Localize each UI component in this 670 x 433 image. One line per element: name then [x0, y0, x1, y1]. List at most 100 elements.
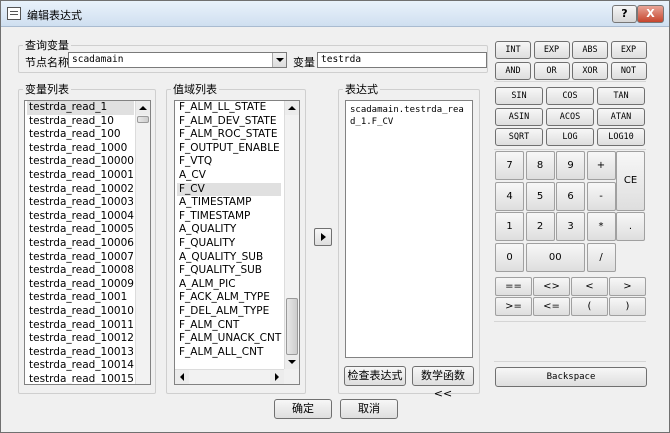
- operator-button[interactable]: <>: [533, 277, 570, 296]
- function-button[interactable]: INT: [495, 41, 531, 59]
- function-button[interactable]: ATAN: [597, 107, 645, 126]
- list-item[interactable]: testrda_read_10004: [27, 210, 134, 224]
- scroll-left-icon[interactable]: [175, 370, 189, 384]
- keypad-button[interactable]: *: [586, 212, 616, 241]
- list-item[interactable]: F_QUALITY: [177, 237, 281, 251]
- operator-button[interactable]: ): [609, 297, 646, 316]
- expression-textarea[interactable]: scadamain.testrda_read_1.F_CV: [345, 100, 473, 358]
- list-item[interactable]: testrda_read_10002: [27, 183, 134, 197]
- scroll-right-icon[interactable]: [270, 370, 284, 384]
- keypad-button[interactable]: 0: [495, 242, 524, 272]
- list-item[interactable]: testrda_read_10013: [27, 346, 134, 360]
- operator-button[interactable]: <: [571, 277, 608, 296]
- keypad-button[interactable]: 3: [556, 212, 585, 241]
- list-item[interactable]: F_ALM_ROC_STATE: [177, 128, 281, 142]
- chevron-down-icon[interactable]: [272, 53, 286, 67]
- help-button[interactable]: ?: [612, 5, 637, 23]
- list-item[interactable]: A_ALM_PIC: [177, 278, 281, 292]
- list-item[interactable]: testrda_read_10001: [27, 169, 134, 183]
- list-item[interactable]: F_DEL_ALM_TYPE: [177, 305, 281, 319]
- check-expression-button[interactable]: 检查表达式: [344, 366, 406, 386]
- close-button[interactable]: X: [637, 5, 664, 23]
- function-button[interactable]: LOG10: [597, 128, 645, 146]
- list-item[interactable]: testrda_read_10010: [27, 305, 134, 319]
- keypad-button[interactable]: 1: [495, 212, 524, 241]
- keypad-button[interactable]: /: [586, 242, 616, 272]
- keypad-button[interactable]: 8: [525, 151, 555, 180]
- list-item[interactable]: testrda_read_10009: [27, 278, 134, 292]
- function-button[interactable]: ASIN: [495, 107, 543, 126]
- list-item[interactable]: testrda_read_100: [27, 128, 134, 142]
- list-item[interactable]: A_CV: [177, 169, 281, 183]
- variable-list-scrollbar[interactable]: [135, 101, 150, 384]
- list-item[interactable]: testrda_read_10005: [27, 223, 134, 237]
- function-button[interactable]: XOR: [572, 62, 608, 80]
- list-item[interactable]: F_ALM_ALL_CNT: [177, 346, 281, 360]
- math-functions-toggle-button[interactable]: 数学函数<<: [412, 366, 474, 400]
- scroll-up-icon[interactable]: [285, 101, 299, 115]
- keypad-button[interactable]: 2: [525, 212, 555, 241]
- function-button[interactable]: ACOS: [546, 107, 594, 126]
- list-item[interactable]: testrda_read_10007: [27, 251, 134, 265]
- list-item[interactable]: F_ALM_UNACK_CNT: [177, 332, 281, 346]
- list-item[interactable]: testrda_read_1000: [27, 142, 134, 156]
- variable-input[interactable]: testrda: [317, 52, 487, 68]
- operator-button[interactable]: >=: [495, 297, 532, 316]
- list-item[interactable]: F_QUALITY_SUB: [177, 264, 281, 278]
- list-item[interactable]: F_TIMESTAMP: [177, 210, 281, 224]
- function-button[interactable]: EXP: [533, 41, 570, 59]
- list-item[interactable]: F_VTQ: [177, 155, 281, 169]
- function-button[interactable]: AND: [495, 62, 531, 80]
- operator-button[interactable]: >: [609, 277, 646, 296]
- list-item[interactable]: testrda_read_10012: [27, 332, 134, 346]
- list-item[interactable]: testrda_read_10011: [27, 319, 134, 333]
- list-item[interactable]: testrda_read_10008: [27, 264, 134, 278]
- operator-button[interactable]: ==: [495, 277, 532, 296]
- list-item[interactable]: F_ALM_LL_STATE: [177, 101, 281, 115]
- list-item[interactable]: testrda_read_1: [27, 101, 134, 115]
- function-button[interactable]: LOG: [546, 128, 594, 146]
- ok-button[interactable]: 确定: [274, 399, 332, 419]
- function-button[interactable]: OR: [533, 62, 570, 80]
- list-item[interactable]: F_ALM_DEV_STATE: [177, 115, 281, 129]
- keypad-button[interactable]: .: [616, 212, 645, 241]
- list-item[interactable]: A_QUALITY_SUB: [177, 251, 281, 265]
- list-item[interactable]: A_TIMESTAMP: [177, 196, 281, 210]
- node-name-combobox[interactable]: scadamain: [68, 52, 287, 68]
- list-item[interactable]: testrda_read_10: [27, 115, 134, 129]
- cancel-button[interactable]: 取消: [340, 399, 398, 419]
- list-item[interactable]: F_OUTPUT_ENABLE: [177, 142, 281, 156]
- function-button[interactable]: SQRT: [495, 128, 543, 146]
- clear-entry-button[interactable]: CE: [616, 151, 645, 211]
- operator-button[interactable]: <=: [533, 297, 570, 316]
- field-list-hscrollbar[interactable]: [175, 369, 284, 384]
- operator-button[interactable]: (: [571, 297, 608, 316]
- keypad-button[interactable]: 7: [495, 151, 524, 180]
- field-list-vscrollbar[interactable]: [284, 101, 299, 369]
- list-item[interactable]: testrda_read_10003: [27, 196, 134, 210]
- function-button[interactable]: EXP: [610, 41, 647, 59]
- field-listbox[interactable]: F_ALM_LL_STATE F_ALM_DEV_STATE F_ALM_ROC_S…: [174, 100, 300, 385]
- keypad-button[interactable]: 6: [556, 181, 585, 211]
- scroll-thumb[interactable]: [137, 116, 149, 123]
- list-item[interactable]: F_CV: [177, 182, 282, 197]
- keypad-button[interactable]: 4: [495, 181, 524, 211]
- keypad-button[interactable]: 00: [525, 242, 585, 272]
- list-item[interactable]: testrda_read_10006: [27, 237, 134, 251]
- variable-listbox[interactable]: testrda_read_1 testrda_read_10 testrda_rea…: [24, 100, 151, 385]
- list-item[interactable]: testrda_read_10014: [27, 359, 134, 373]
- function-button[interactable]: COS: [546, 87, 594, 105]
- function-button[interactable]: TAN: [597, 87, 645, 105]
- keypad-button[interactable]: 5: [525, 181, 555, 211]
- scroll-thumb[interactable]: [286, 298, 298, 355]
- list-item[interactable]: F_ACK_ALM_TYPE: [177, 291, 281, 305]
- list-item[interactable]: A_QUALITY: [177, 223, 281, 237]
- list-item[interactable]: testrda_read_1001: [27, 291, 134, 305]
- keypad-button[interactable]: 9: [556, 151, 585, 180]
- function-button[interactable]: SIN: [495, 87, 543, 105]
- scroll-up-icon[interactable]: [136, 101, 150, 115]
- keypad-button[interactable]: -: [586, 181, 616, 211]
- insert-arrow-button[interactable]: [314, 228, 332, 246]
- function-button[interactable]: NOT: [610, 62, 647, 80]
- list-item[interactable]: testrda_read_10015: [27, 373, 134, 384]
